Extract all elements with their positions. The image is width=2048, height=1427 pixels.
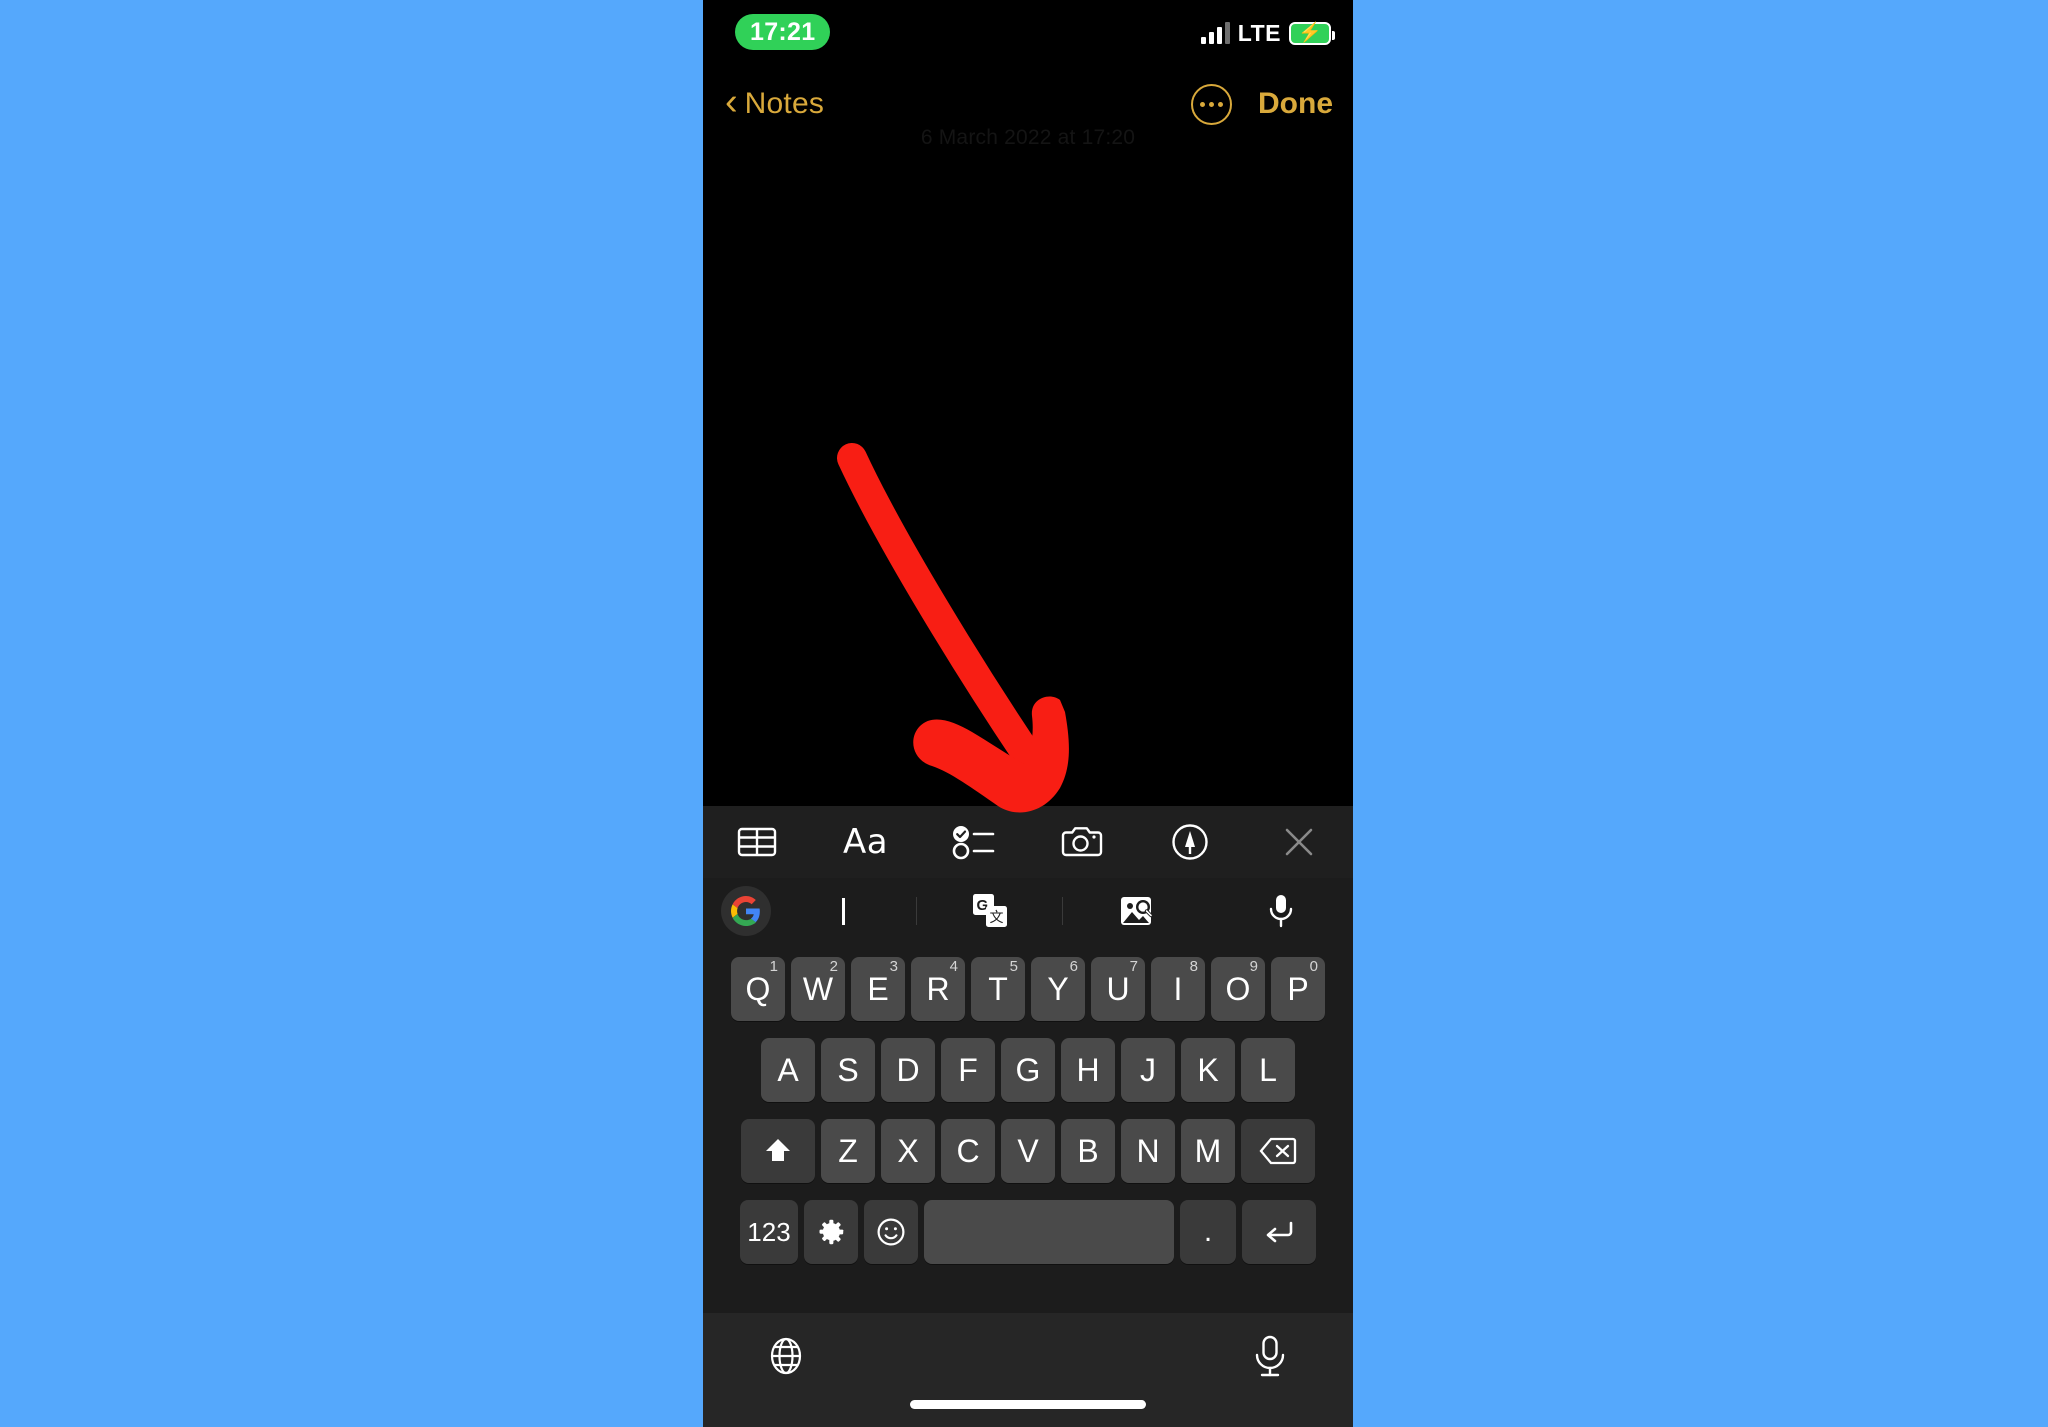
- more-options-icon[interactable]: [1191, 83, 1232, 125]
- key-label: Y: [1047, 970, 1069, 1007]
- key-o[interactable]: 9 O: [1211, 957, 1265, 1021]
- checklist-icon[interactable]: [920, 806, 1028, 878]
- enter-icon[interactable]: [1242, 1200, 1316, 1264]
- back-button-label: Notes: [744, 87, 825, 120]
- key-b[interactable]: B: [1061, 1119, 1115, 1183]
- key-label: W: [802, 970, 834, 1007]
- key-sup: 5: [1009, 958, 1018, 975]
- key-sup: 3: [889, 958, 898, 975]
- key-g[interactable]: G: [1001, 1038, 1055, 1102]
- key-label: T: [988, 970, 1008, 1007]
- key-i[interactable]: 8 I: [1151, 957, 1205, 1021]
- key-sup: 6: [1069, 958, 1078, 975]
- key-sup: 7: [1129, 958, 1138, 975]
- chevron-left-icon: ‹: [725, 81, 738, 123]
- period-key[interactable]: .: [1180, 1200, 1236, 1264]
- notes-format-toolbar: Aa: [703, 806, 1353, 878]
- backspace-icon[interactable]: [1241, 1119, 1315, 1183]
- note-editor-body[interactable]: 6 March 2022 at 17:20: [703, 126, 1353, 806]
- keyboard-row-3: Z X C V B N M: [703, 1114, 1353, 1188]
- microphone-icon[interactable]: [1243, 1329, 1297, 1383]
- key-r[interactable]: 4 R: [911, 957, 965, 1021]
- key-sup: 8: [1189, 958, 1198, 975]
- key-e[interactable]: 3 E: [851, 957, 905, 1021]
- keyboard-bottom-bar: [703, 1313, 1353, 1427]
- format-icon[interactable]: Aa: [811, 806, 919, 878]
- shift-icon[interactable]: [741, 1119, 815, 1183]
- key-label: P: [1287, 970, 1309, 1007]
- keyboard-row-2: A S D F G H J K L: [703, 1033, 1353, 1107]
- key-c[interactable]: C: [941, 1119, 995, 1183]
- key-a[interactable]: A: [761, 1038, 815, 1102]
- close-icon[interactable]: [1245, 806, 1353, 878]
- done-button[interactable]: Done: [1258, 87, 1333, 121]
- network-type-label: LTE: [1237, 19, 1281, 46]
- signal-bars-icon: [1200, 22, 1230, 44]
- status-indicators: LTE ⚡: [1200, 16, 1335, 50]
- key-label: I: [1173, 970, 1183, 1007]
- google-translate-icon[interactable]: G 文: [917, 878, 1062, 944]
- key-u[interactable]: 7 U: [1091, 957, 1145, 1021]
- key-label: O: [1225, 970, 1251, 1007]
- status-time-pill[interactable]: 17:21: [735, 14, 831, 50]
- key-p[interactable]: 0 P: [1271, 957, 1325, 1021]
- keyboard-row-1: 1 Q 2 W 3 E 4 R 5 T 6 Y 7 U 8 I 9 O 0 P: [703, 952, 1353, 1026]
- numeric-switch-key[interactable]: 123: [740, 1200, 798, 1264]
- key-label: R: [926, 970, 950, 1007]
- home-indicator: [910, 1400, 1146, 1409]
- charging-bolt-icon: ⚡: [1298, 22, 1322, 44]
- navigation-bar: ‹ Notes Done: [703, 76, 1353, 132]
- key-sup: 2: [829, 958, 838, 975]
- note-timestamp: 6 March 2022 at 17:20: [920, 126, 1136, 148]
- key-sup: 4: [949, 958, 958, 975]
- key-d[interactable]: D: [881, 1038, 935, 1102]
- key-s[interactable]: S: [821, 1038, 875, 1102]
- key-t[interactable]: 5 T: [971, 957, 1025, 1021]
- phone-screen: 17:21 LTE ⚡ ‹ Notes Done 6 March 2022 at…: [703, 0, 1353, 1427]
- key-l[interactable]: L: [1241, 1038, 1295, 1102]
- key-sup: 0: [1309, 958, 1318, 975]
- google-lens-icon[interactable]: [1063, 878, 1208, 944]
- gear-icon[interactable]: [804, 1200, 858, 1264]
- battery-charging-icon: ⚡: [1289, 21, 1335, 45]
- markup-icon[interactable]: [1136, 806, 1244, 878]
- key-label: E: [867, 970, 889, 1007]
- key-x[interactable]: X: [881, 1119, 935, 1183]
- key-h[interactable]: H: [1061, 1038, 1115, 1102]
- status-bar: 17:21 LTE ⚡: [703, 0, 1353, 66]
- key-v[interactable]: V: [1001, 1119, 1055, 1183]
- camera-icon[interactable]: [1028, 806, 1136, 878]
- suggestion-caret-slot[interactable]: [771, 878, 916, 944]
- gboard-keyboard: 1 Q 2 W 3 E 4 R 5 T 6 Y 7 U 8 I 9 O 0 P …: [703, 944, 1353, 1313]
- key-y[interactable]: 6 Y: [1031, 957, 1085, 1021]
- key-sup: 1: [769, 958, 778, 975]
- key-k[interactable]: K: [1181, 1038, 1235, 1102]
- google-logo-icon[interactable]: [721, 886, 771, 936]
- gboard-suggestion-strip: G 文: [703, 878, 1353, 944]
- table-icon[interactable]: [703, 806, 811, 878]
- key-f[interactable]: F: [941, 1038, 995, 1102]
- globe-icon[interactable]: [759, 1329, 813, 1383]
- key-z[interactable]: Z: [821, 1119, 875, 1183]
- key-label: Q: [745, 970, 771, 1007]
- key-n[interactable]: N: [1121, 1119, 1175, 1183]
- key-sup: 9: [1249, 958, 1258, 975]
- emoji-icon[interactable]: [864, 1200, 918, 1264]
- nav-actions: Done: [1191, 76, 1333, 132]
- key-w[interactable]: 2 W: [791, 957, 845, 1021]
- key-q[interactable]: 1 Q: [731, 957, 785, 1021]
- text-caret: [842, 897, 845, 925]
- key-j[interactable]: J: [1121, 1038, 1175, 1102]
- microphone-icon[interactable]: [1208, 878, 1353, 944]
- svg-text:文: 文: [989, 909, 1003, 925]
- key-label: U: [1106, 970, 1130, 1007]
- key-m[interactable]: M: [1181, 1119, 1235, 1183]
- format-aa-label: Aa: [842, 822, 889, 862]
- keyboard-row-4: 123 .: [703, 1195, 1353, 1269]
- back-to-notes-button[interactable]: ‹ Notes: [725, 76, 824, 132]
- space-key[interactable]: [924, 1200, 1174, 1264]
